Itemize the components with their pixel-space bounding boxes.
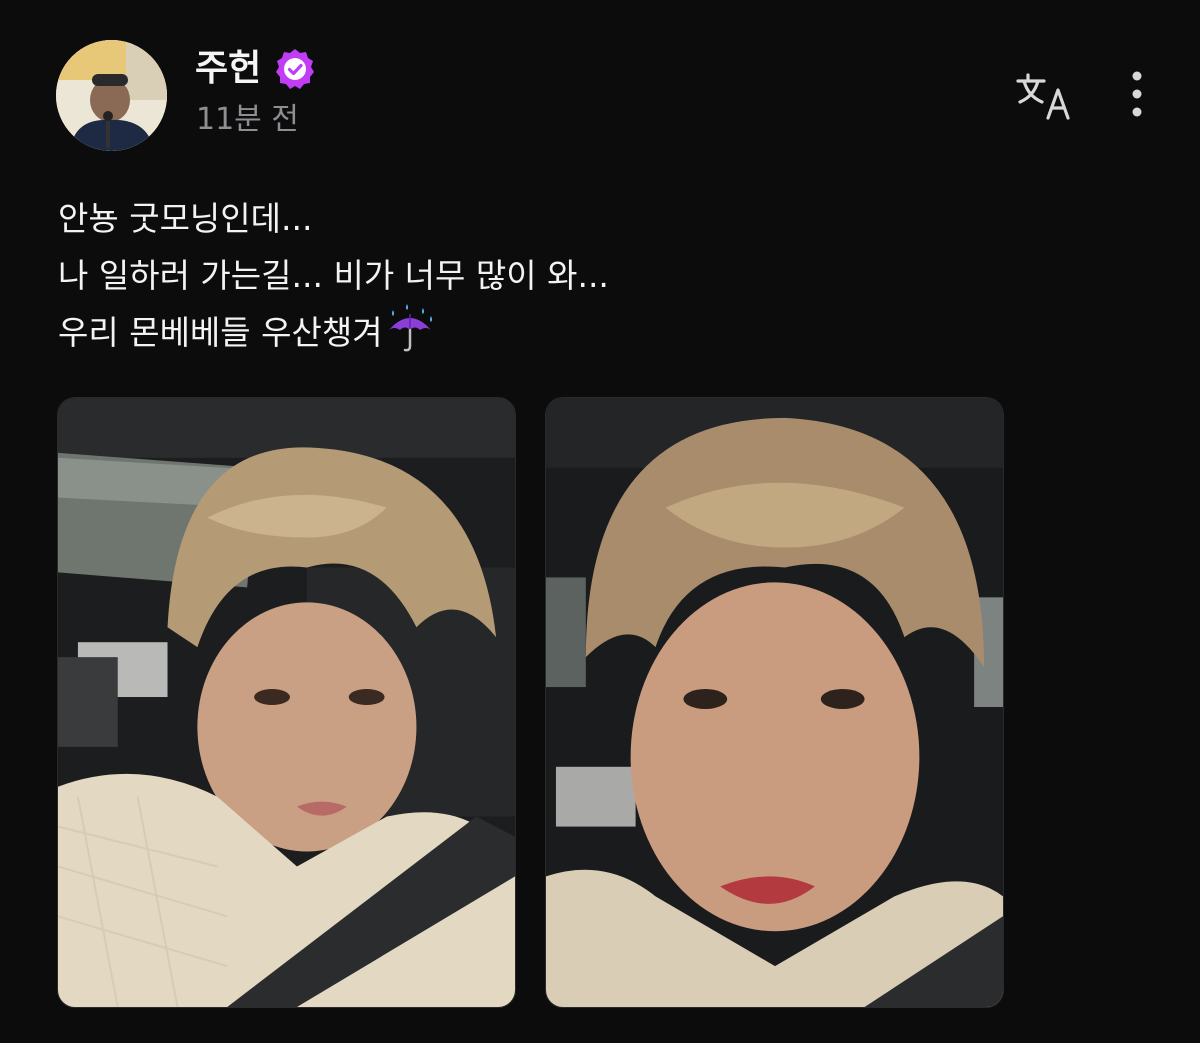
translate-icon (1016, 73, 1070, 120)
post-body-text: 안뇽 굿모닝인데... 나 일하러 가는길... 비가 너무 많이 와... 우… (58, 190, 1138, 361)
selfie-photo-1 (58, 398, 515, 1007)
post-photo-2[interactable] (545, 397, 1004, 1008)
selfie-photo-2 (546, 398, 1003, 1007)
post-text-line: 나 일하러 가는길... 비가 너무 많이 와... (58, 256, 609, 295)
author-name[interactable]: 주헌 (195, 44, 261, 94)
more-options-button[interactable] (1115, 66, 1159, 126)
avatar-image (56, 40, 167, 151)
post-text-line: 우리 몬베베들 우산챙겨 (58, 313, 383, 352)
verified-badge-icon (273, 47, 317, 91)
post-photo-1[interactable] (57, 397, 516, 1008)
post-text-line: 안뇽 굿모닝인데... (58, 199, 313, 238)
author-name-row[interactable]: 주헌 (195, 44, 317, 94)
more-vertical-icon (1132, 71, 1142, 117)
umbrella-with-rain-icon (383, 304, 437, 354)
avatar[interactable] (56, 40, 167, 151)
translate-button[interactable] (1014, 66, 1078, 126)
post-timestamp: 11분 전 (196, 102, 299, 137)
post-card: 주헌 11분 전 안뇽 굿모닝인데... 나 일하러 가는길... 비가 너무 … (0, 0, 1200, 1043)
post-text-line-with-emoji: 우리 몬베베들 우산챙겨 (58, 304, 1138, 361)
